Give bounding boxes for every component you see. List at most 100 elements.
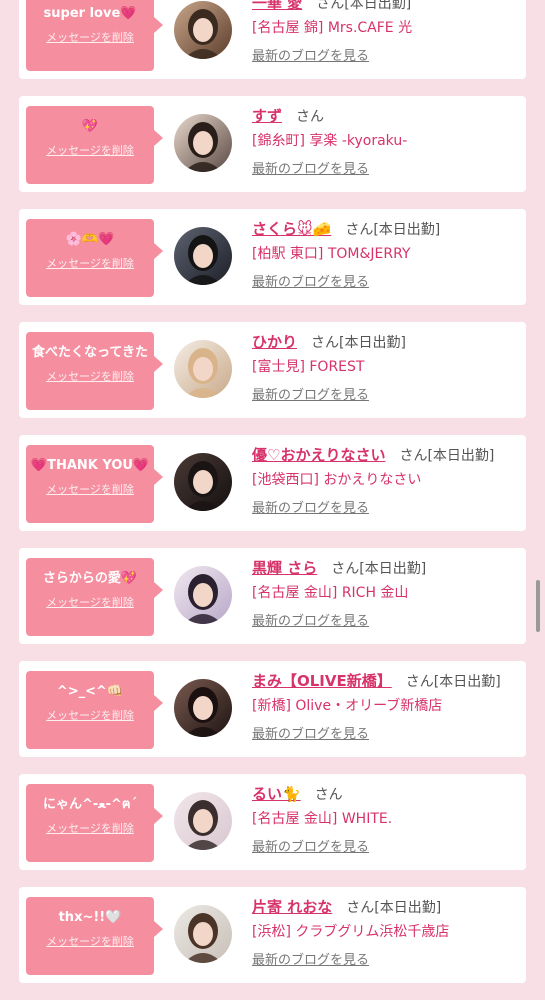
shop-name: [錦糸町] 享楽 -kyoraku-: [252, 133, 408, 149]
message-text: 🌸🫶💗: [65, 232, 115, 247]
cast-info: まみ【OLIVE新橋】 さん[本日出勤] [新橋] Olive・オリーブ新橋店 最…: [252, 670, 522, 742]
message-text: 💗THANK YOU💗: [30, 458, 150, 473]
latest-blog-link[interactable]: 最新のブログを見る: [252, 723, 369, 742]
honorific: さん: [314, 787, 343, 803]
message-card: 🌸🫶💗 メッセージを削除 さくら🐭🧀 さん[本日出勤] [柏駅 東口] TOM&…: [19, 209, 526, 305]
shop-name: [柏駅 東口] TOM&JERRY: [252, 246, 411, 262]
delete-message-link[interactable]: メッセージを削除: [46, 29, 134, 45]
cast-info: 優♡おかえりなさい さん[本日出勤] [池袋西口] おかえりなさい 最新のブログを…: [252, 444, 522, 516]
message-bubble: 🌸🫶💗 メッセージを削除: [26, 219, 163, 297]
message-card: さらからの愛💖 メッセージを削除 黒輝 さら さん[本日出勤] [名古屋 金山]…: [19, 548, 526, 644]
avatar[interactable]: [174, 566, 232, 624]
latest-blog-link[interactable]: 最新のブログを見る: [252, 271, 369, 290]
latest-blog-link[interactable]: 最新のブログを見る: [252, 949, 369, 968]
delete-message-link[interactable]: メッセージを削除: [46, 481, 134, 497]
avatar[interactable]: [174, 679, 232, 737]
latest-blog-link[interactable]: 最新のブログを見る: [252, 497, 369, 516]
cast-info: さくら🐭🧀 さん[本日出勤] [柏駅 東口] TOM&JERRY 最新のブログを見…: [252, 218, 522, 290]
avatar-image: [174, 905, 232, 963]
message-text: 💖: [81, 119, 99, 134]
shop-name: [新橋] Olive・オリーブ新橋店: [252, 698, 443, 714]
message-bubble: ^>_<^👊🏻 メッセージを削除: [26, 671, 163, 749]
message-text: ^>_<^👊🏻: [56, 684, 124, 699]
latest-blog-link[interactable]: 最新のブログを見る: [252, 610, 369, 629]
delete-message-link[interactable]: メッセージを削除: [46, 933, 134, 949]
avatar[interactable]: [174, 792, 232, 850]
message-card: にゃん^-ﻌ-^ฅ´ メッセージを削除 るい🐈 さん [名古屋 金山] WHIT…: [19, 774, 526, 870]
delete-message-link[interactable]: メッセージを削除: [46, 594, 134, 610]
message-card: thx~!!🤍 メッセージを削除 片寄 れおな さん[本日出勤] [浜松] クラ…: [19, 887, 526, 983]
message-text: super love💗: [43, 6, 137, 21]
delete-message-link[interactable]: メッセージを削除: [46, 707, 134, 723]
honorific: さん: [296, 109, 325, 125]
message-card: 💗THANK YOU💗 メッセージを削除 優♡おかえりなさいさん[本日出勤]: [19, 435, 526, 531]
cast-name-link[interactable]: 優♡おかえりなさい: [252, 446, 385, 464]
message-bubble: 💗THANK YOU💗 メッセージを削除: [26, 445, 163, 523]
cast-name-link[interactable]: 片寄 れおな: [252, 898, 332, 916]
cast-name-link[interactable]: 一華 愛: [252, 0, 302, 12]
cast-info: すず さん [錦糸町] 享楽 -kyoraku- 最新のブログを見る: [252, 105, 522, 177]
latest-blog-link[interactable]: 最新のブログを見る: [252, 45, 369, 64]
status-label: [本日出勤]: [374, 900, 442, 916]
latest-blog-link[interactable]: 最新のブログを見る: [252, 384, 369, 403]
honorific: さん: [331, 561, 360, 577]
avatar[interactable]: [174, 905, 232, 963]
honorific: さん: [405, 674, 434, 690]
message-bubble: thx~!!🤍 メッセージを削除: [26, 897, 163, 975]
status-label: [本日出勤]: [339, 335, 406, 351]
cast-name-link[interactable]: まみ【OLIVE新橋】: [252, 672, 392, 690]
cast-name-link[interactable]: すず: [252, 107, 282, 125]
avatar-image: [174, 453, 232, 511]
cast-name-link[interactable]: ひかり: [252, 333, 297, 351]
avatar-image: [174, 340, 232, 398]
status-label: [本日出勤]: [373, 222, 441, 238]
delete-message-link[interactable]: メッセージを削除: [46, 368, 134, 384]
delete-message-link[interactable]: メッセージを削除: [46, 255, 134, 271]
cast-name-link[interactable]: さくら🐭🧀: [252, 220, 331, 238]
avatar[interactable]: [174, 114, 232, 172]
message-bubble: さらからの愛💖 メッセージを削除: [26, 558, 163, 636]
message-text: thx~!!🤍: [58, 910, 122, 925]
avatar[interactable]: [174, 227, 232, 285]
honorific: さん: [311, 335, 340, 351]
avatar-image: [174, 566, 232, 624]
message-bubble: 食べたくなってきた メッセージを削除: [26, 332, 163, 410]
status-label: [本日出勤]: [433, 674, 501, 690]
avatar-image: [174, 227, 232, 285]
status-label: [本日出勤]: [344, 0, 412, 12]
shop-name: [名古屋 金山] RICH 金山: [252, 585, 409, 601]
avatar-image: [174, 679, 232, 737]
latest-blog-link[interactable]: 最新のブログを見る: [252, 158, 369, 177]
avatar[interactable]: [174, 340, 232, 398]
avatar[interactable]: [174, 1, 232, 59]
shop-name: [名古屋 錦] Mrs.CAFE 光: [252, 20, 413, 36]
message-text: 食べたくなってきた: [32, 345, 148, 360]
message-list: super love💗 メッセージを削除 一華 愛さん[本日出勤] [名古屋 錦…: [0, 0, 545, 1000]
status-label: [本日出勤]: [427, 448, 495, 464]
cast-name-link[interactable]: 黒輝 さら: [252, 559, 317, 577]
message-bubble: super love💗 メッセージを削除: [26, 0, 163, 71]
avatar[interactable]: [174, 453, 232, 511]
shop-name: [池袋西口] おかえりなさい: [252, 472, 422, 488]
avatar-image: [174, 792, 232, 850]
honorific: さん: [345, 222, 374, 238]
message-text: にゃん^-ﻌ-^ฅ´: [42, 797, 138, 812]
delete-message-link[interactable]: メッセージを削除: [46, 142, 134, 158]
message-card: super love💗 メッセージを削除 一華 愛 さん[本日出勤] [名古屋 錦…: [19, 0, 526, 79]
cast-info: 黒輝 さら さん[本日出勤] [名古屋 金山] RICH 金山 最新のブログを見る: [252, 557, 522, 629]
cast-info: るい🐈 さん [名古屋 金山] WHITE. 最新のブログを見る: [252, 783, 522, 855]
message-card: 💖 メッセージを削除 すず さん [錦糸町] 享楽 -kyoraku- 最新のブ…: [19, 96, 526, 192]
honorific: さん: [316, 0, 345, 12]
message-card: 食べたくなってきた メッセージを削除 ひかり さん[本日出勤] [富士見] FO…: [19, 322, 526, 418]
scrollbar[interactable]: [536, 580, 540, 632]
message-text: さらからの愛💖: [42, 571, 138, 586]
cast-info: ひかり さん[本日出勤] [富士見] FOREST 最新のブログを見る: [252, 331, 522, 403]
latest-blog-link[interactable]: 最新のブログを見る: [252, 836, 369, 855]
shop-name: [浜松] クラブグリム浜松千歳店: [252, 924, 450, 940]
message-bubble: にゃん^-ﻌ-^ฅ´ メッセージを削除: [26, 784, 163, 862]
honorific: さん: [399, 448, 428, 464]
message-bubble: 💖 メッセージを削除: [26, 106, 163, 184]
cast-info: 一華 愛 さん[本日出勤] [名古屋 錦] Mrs.CAFE 光 最新のブログを見…: [252, 0, 522, 64]
delete-message-link[interactable]: メッセージを削除: [46, 820, 134, 836]
cast-name-link[interactable]: るい🐈: [252, 785, 301, 803]
